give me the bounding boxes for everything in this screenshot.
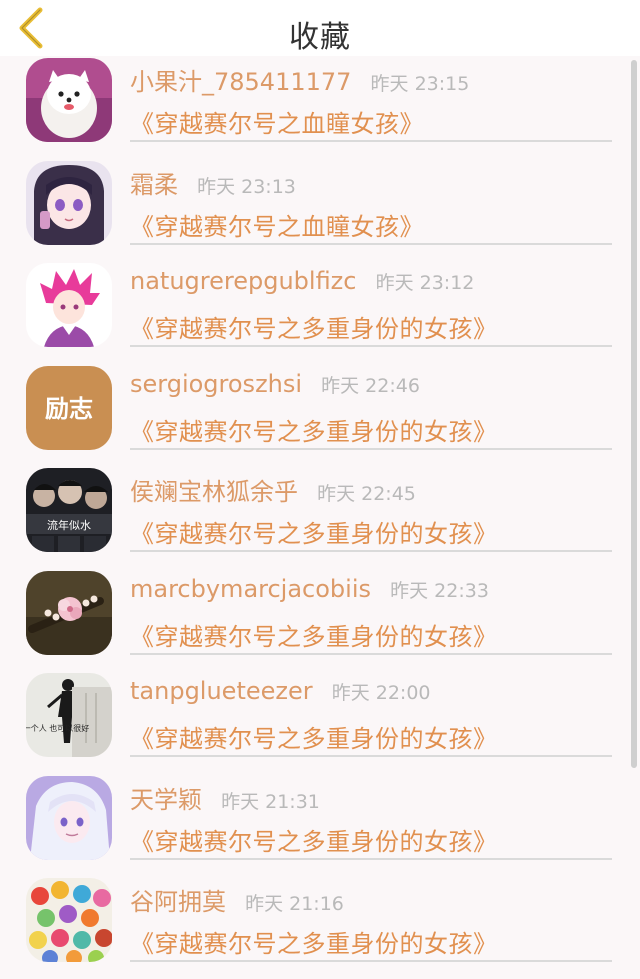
username[interactable]: marcbymarcjacobiis [130, 575, 371, 603]
username[interactable]: 谷阿拥莫 [130, 888, 226, 916]
avatar[interactable]: 励志 [26, 365, 112, 450]
timestamp: 昨天 21:16 [245, 893, 344, 915]
username[interactable]: tanpglueteezer [130, 677, 313, 705]
divider [130, 345, 612, 347]
divider [130, 140, 612, 142]
scrollbar[interactable] [631, 60, 637, 768]
divider [130, 652, 612, 655]
timestamp: 昨天 21:31 [221, 790, 320, 813]
divider [130, 755, 612, 757]
list-item[interactable]: 流年似水 侯斓宝林狐余乎 昨天 22:45 《穿越赛尔号之多重身份的女孩》 [0, 466, 640, 569]
book-title-link[interactable]: 《穿越赛尔号之多重身份的女孩》 [130, 617, 498, 652]
avatar[interactable]: 一个人 也可以很好 [26, 673, 112, 757]
book-title-link[interactable]: 《穿越赛尔号之多重身份的女孩》 [130, 719, 498, 754]
avatar-text: 励志 [45, 394, 93, 423]
list-item[interactable]: 谷阿拥莫 昨天 21:16 《穿越赛尔号之多重身份的女孩》 [0, 876, 640, 979]
list-item[interactable]: 霜柔 昨天 23:13 《穿越赛尔号之血瞳女孩》 [0, 159, 640, 262]
list-item[interactable]: 一个人 也可以很好 tanpglueteezer 昨天 22:00 《穿越赛尔号… [0, 671, 640, 774]
avatar[interactable]: 流年似水 [26, 468, 112, 552]
avatar[interactable] [26, 775, 112, 860]
avatar[interactable] [26, 570, 112, 655]
divider [130, 242, 612, 245]
navigation-bar: 收藏 [0, 0, 640, 56]
list-item[interactable]: 小果汁_785411177 昨天 23:15 《穿越赛尔号之血瞳女孩》 [0, 56, 640, 159]
timestamp: 昨天 23:15 [370, 73, 470, 95]
book-title-link[interactable]: 《穿越赛尔号之血瞳女孩》 [130, 207, 424, 242]
timestamp: 昨天 22:45 [317, 483, 416, 505]
username[interactable]: 天学颖 [130, 786, 202, 814]
username[interactable]: 霜柔 [130, 171, 178, 199]
timestamp: 昨天 23:12 [375, 272, 475, 294]
username[interactable]: sergiogroszhsi [130, 370, 302, 398]
book-title-link[interactable]: 《穿越赛尔号之多重身份的女孩》 [130, 514, 498, 549]
divider [130, 960, 612, 962]
book-title-link[interactable]: 《穿越赛尔号之多重身份的女孩》 [130, 309, 498, 344]
book-title-link[interactable]: 《穿越赛尔号之多重身份的女孩》 [130, 822, 498, 857]
book-title-link[interactable]: 《穿越赛尔号之多重身份的女孩》 [130, 924, 498, 959]
book-title-link[interactable]: 《穿越赛尔号之血瞳女孩》 [130, 104, 424, 139]
username[interactable]: 侯斓宝林狐余乎 [130, 478, 298, 506]
avatar-text: 流年似水 [47, 518, 91, 532]
favorites-list: 小果汁_785411177 昨天 23:15 《穿越赛尔号之血瞳女孩》 霜柔 昨… [0, 56, 640, 979]
username[interactable]: 小果汁_785411177 [130, 68, 351, 96]
timestamp: 昨天 22:00 [331, 682, 431, 704]
timestamp: 昨天 22:33 [390, 579, 489, 602]
list-item[interactable]: marcbymarcjacobiis 昨天 22:33 《穿越赛尔号之多重身份的… [0, 569, 640, 672]
avatar[interactable] [26, 878, 112, 962]
divider [130, 550, 612, 552]
divider [130, 857, 612, 860]
list-item[interactable]: 励志 sergiogroszhsi 昨天 22:46 《穿越赛尔号之多重身份的女… [0, 364, 640, 467]
avatar-text: 一个人 也可以很好 [26, 723, 89, 733]
avatar[interactable] [26, 160, 112, 245]
timestamp: 昨天 22:46 [321, 374, 420, 397]
list-item[interactable]: 天学颖 昨天 21:31 《穿越赛尔号之多重身份的女孩》 [0, 774, 640, 877]
username[interactable]: natugrerepgublfizc [130, 267, 356, 295]
avatar[interactable] [26, 263, 112, 347]
list-item[interactable]: natugrerepgublfizc 昨天 23:12 《穿越赛尔号之多重身份的… [0, 261, 640, 364]
timestamp: 昨天 23:13 [197, 175, 296, 198]
avatar[interactable] [26, 58, 112, 142]
divider [130, 447, 612, 450]
book-title-link[interactable]: 《穿越赛尔号之多重身份的女孩》 [130, 412, 498, 447]
page-title: 收藏 [289, 20, 351, 55]
